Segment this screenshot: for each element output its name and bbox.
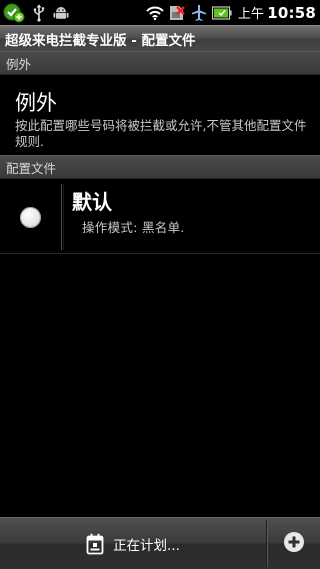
app-notification-icon [0,0,28,25]
usb-icon [28,0,50,25]
exceptions-section-header: 例外 [0,51,320,75]
bottom-bar: 正在计划... [0,517,320,569]
exceptions-item[interactable]: 例外 按此配置哪些号码将被拦截或允许,不管其他配置文件规则. [0,76,320,154]
clock-ampm: 上午 [237,7,265,22]
profile-divider-shadow [63,184,64,250]
add-icon [283,531,305,557]
profile-divider [61,184,62,250]
bottom-bar-divider [266,520,267,567]
schedule-button-label: 正在计划... [113,537,180,554]
profile-item-default[interactable]: 默认 操作模式: 黑名单. [0,180,320,254]
title-bar: 超级来电拦截专业版 - 配置文件 [0,25,320,51]
profile-name: 默认 [72,190,112,214]
schedule-button[interactable]: 正在计划... [0,518,266,569]
exceptions-item-title: 例外 [15,91,57,115]
profile-radio-button[interactable] [20,207,41,228]
clock-time: 10:58 [267,4,316,22]
exceptions-header-label: 例外 [6,56,32,72]
calendar-icon [86,533,104,555]
clock: 上午 10:58 [238,3,316,22]
android-debug-icon [50,0,72,25]
screen: 上午 10:58 超级来电拦截专业版 - 配置文件 例外 例外 按此配置哪些号码将… [0,0,320,569]
window-title: 超级来电拦截专业版 - 配置文件 [5,32,196,49]
profile-mode: 操作模式: 黑名单. [82,220,185,235]
airplane-icon [188,0,210,25]
wifi-icon [144,0,166,25]
no-sim-icon [166,0,188,25]
profiles-header-label: 配置文件 [6,160,57,176]
profiles-section-header: 配置文件 [0,155,320,179]
exceptions-item-description: 按此配置哪些号码将被拦截或允许,不管其他配置文件规则. [15,118,307,149]
status-bar: 上午 10:58 [0,0,320,25]
add-profile-button[interactable] [268,518,320,569]
battery-icon [210,0,234,25]
